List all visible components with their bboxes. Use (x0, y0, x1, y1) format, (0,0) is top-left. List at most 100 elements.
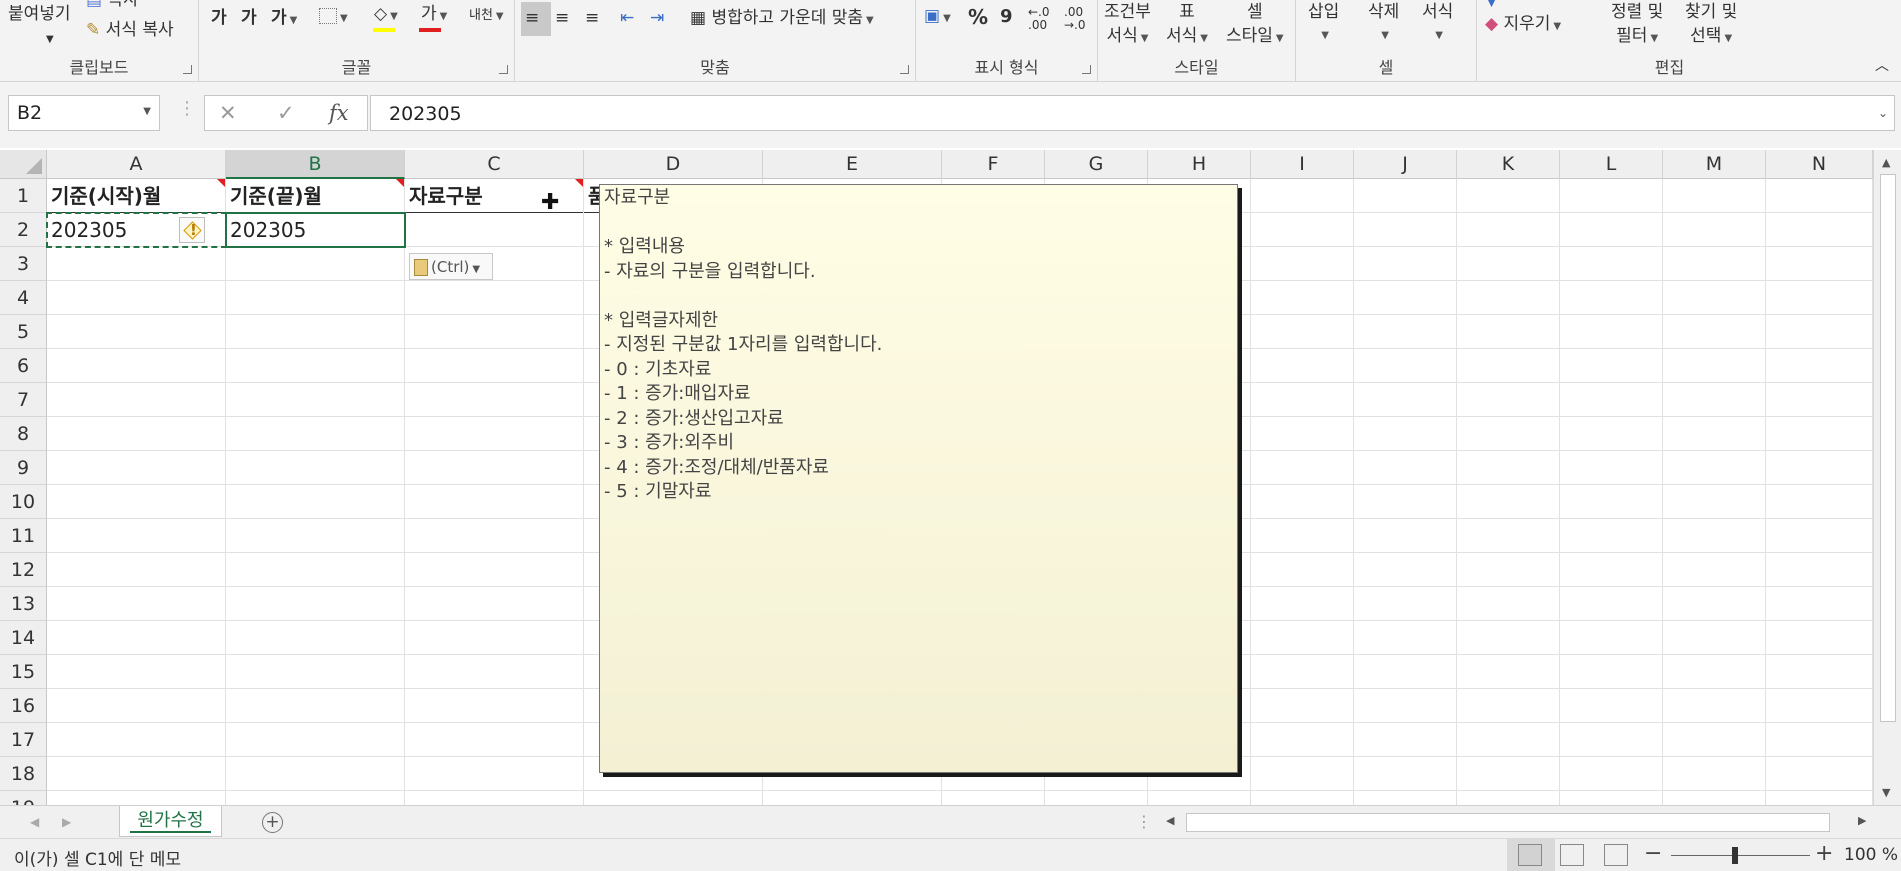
find-select-button[interactable]: 찾기 및 선택 ▼ (1685, 2, 1737, 49)
zoom-in-button[interactable]: + (1815, 841, 1833, 866)
paste-button[interactable]: 붙여넣기 (8, 4, 71, 24)
conditional-format-button[interactable]: 조건부 서식 ▼ (1104, 2, 1151, 49)
row-header-8[interactable]: 8 (0, 417, 47, 451)
column-header-e[interactable]: E (763, 150, 942, 179)
copy-button[interactable]: ▤ 복사 (86, 0, 139, 10)
add-sheet-button[interactable]: + (262, 812, 283, 833)
scroll-down-icon[interactable]: ▼ (1882, 786, 1890, 799)
row-header-3[interactable]: 3 (0, 247, 47, 281)
row-header-17[interactable]: 17 (0, 723, 47, 757)
collapse-ribbon-icon[interactable]: ︿ (1875, 56, 1889, 76)
row-header-2[interactable]: 2 (0, 213, 47, 247)
font-color-button[interactable]: 가 ▼ (421, 4, 447, 27)
expand-formula-bar-icon[interactable]: ⌄ (1878, 106, 1888, 120)
decrease-indent-button[interactable]: ⇤ (620, 8, 634, 28)
number-launcher-icon[interactable] (1082, 65, 1091, 74)
zoom-level[interactable]: 100 % (1844, 845, 1898, 865)
format-painter-button[interactable]: ✎ 서식 복사 (86, 20, 174, 40)
clear-button[interactable]: ◆ 지우기 ▼ (1485, 14, 1561, 37)
cell-a1[interactable]: 기준(시작)월 (47, 179, 225, 213)
increase-decimal-button[interactable]: ←.0 .00 (1028, 6, 1062, 32)
row-header-19[interactable]: 19 (0, 791, 47, 805)
tab-splitter-grip-icon[interactable]: ⋮ (1136, 812, 1152, 831)
row-header-11[interactable]: 11 (0, 519, 47, 553)
horizontal-scroll-thumb[interactable] (1186, 813, 1830, 832)
delete-cells-button[interactable]: 삭제 ▼ (1368, 2, 1399, 46)
align-center-button[interactable]: ≡ (555, 8, 569, 28)
insert-function-button[interactable]: fx (329, 101, 349, 125)
row-header-14[interactable]: 14 (0, 621, 47, 655)
paste-options-button[interactable]: (Ctrl) ▼ (409, 253, 493, 280)
column-header-f[interactable]: F (942, 150, 1045, 179)
cell-styles-button[interactable]: 셀 스타일 ▼ (1226, 2, 1284, 49)
select-all-button[interactable] (0, 150, 47, 179)
name-box[interactable]: B2 ▼ (8, 95, 160, 131)
align-left-button[interactable]: ≡ (525, 8, 539, 28)
sort-filter-button[interactable]: 정렬 및 필터 ▼ (1611, 2, 1663, 49)
sheet-tab-active[interactable]: 원가수정 (119, 806, 222, 837)
row-header-16[interactable]: 16 (0, 689, 47, 723)
merge-center-button[interactable]: ▦ 병합하고 가운데 맞춤 ▼ (690, 8, 874, 31)
decrease-decimal-button[interactable]: .00 →.0 (1064, 6, 1098, 32)
insert-cells-button[interactable]: 삽입 ▼ (1308, 2, 1339, 46)
row-header-6[interactable]: 6 (0, 349, 47, 383)
row-header-18[interactable]: 18 (0, 757, 47, 791)
column-header-m[interactable]: M (1663, 150, 1766, 179)
phonetic-button[interactable]: 내천 ▼ (469, 6, 504, 27)
borders-button[interactable]: ▼ (319, 6, 348, 29)
row-header-5[interactable]: 5 (0, 315, 47, 349)
formula-input[interactable]: 202305 ⌄ (370, 95, 1895, 131)
page-layout-view-icon[interactable] (1560, 844, 1584, 866)
scroll-left-icon[interactable]: ◀ (1166, 814, 1174, 827)
decrease-font-button[interactable]: 가 (241, 8, 257, 28)
row-header-1[interactable]: 1 (0, 179, 47, 213)
comment-indicator-icon[interactable] (217, 179, 225, 187)
column-header-j[interactable]: J (1354, 150, 1457, 179)
cancel-entry-icon[interactable]: ✕ (219, 101, 237, 125)
paste-dropdown-icon[interactable]: ▼ (46, 30, 54, 50)
cell-b1[interactable]: 기준(끝)월 (226, 179, 404, 213)
column-header-g[interactable]: G (1045, 150, 1148, 179)
column-header-a[interactable]: A (47, 150, 226, 179)
fill-color-button[interactable]: ◇ ▼ (374, 4, 398, 27)
page-break-view-icon[interactable] (1604, 844, 1628, 866)
clipboard-launcher-icon[interactable] (183, 65, 192, 74)
zoom-slider-thumb[interactable] (1732, 847, 1738, 864)
row-header-15[interactable]: 15 (0, 655, 47, 689)
next-sheet-icon[interactable]: ▶ (62, 815, 71, 829)
alignment-launcher-icon[interactable] (900, 65, 909, 74)
prev-sheet-icon[interactable]: ◀ (30, 815, 39, 829)
worksheet-grid[interactable]: A B C D E F G H I J K L M N 1 2 3 4 5 6 7 8 9 10 11 12 13 14 15 16 17 1… (0, 150, 1873, 805)
column-header-l[interactable]: L (1560, 150, 1663, 179)
column-header-k[interactable]: K (1457, 150, 1560, 179)
row-header-13[interactable]: 13 (0, 587, 47, 621)
zoom-out-button[interactable]: − (1644, 841, 1662, 866)
column-header-b[interactable]: B (226, 150, 405, 179)
font-launcher-icon[interactable] (499, 65, 508, 74)
increase-indent-button[interactable]: ⇥ (650, 8, 664, 28)
format-cells-button[interactable]: 서식 ▼ (1422, 2, 1453, 46)
column-header-c[interactable]: C (405, 150, 584, 179)
comment-indicator-icon[interactable] (575, 179, 583, 187)
vertical-scrollbar[interactable]: ▲ ▼ (1873, 150, 1901, 805)
column-header-i[interactable]: I (1251, 150, 1354, 179)
comment-indicator-icon[interactable] (396, 179, 404, 187)
align-right-button[interactable]: ≡ (585, 8, 599, 28)
column-header-h[interactable]: H (1148, 150, 1251, 179)
comma-button[interactable]: 9 (1000, 7, 1013, 27)
chevron-down-icon[interactable]: ▼ (143, 106, 151, 117)
accounting-format-button[interactable]: ▣ ▼ (924, 6, 951, 29)
increase-font-button[interactable]: 가 (211, 8, 227, 28)
row-header-12[interactable]: 12 (0, 553, 47, 587)
scroll-up-icon[interactable]: ▲ (1882, 156, 1890, 169)
column-header-d[interactable]: D (584, 150, 763, 179)
row-header-9[interactable]: 9 (0, 451, 47, 485)
cell-comment-note[interactable]: 자료구분 * 입력내용 - 자료의 구분을 입력합니다. * 입력글자제한 - … (599, 184, 1238, 773)
row-header-4[interactable]: 4 (0, 281, 47, 315)
percent-button[interactable]: % (968, 7, 988, 27)
fill-button[interactable]: ▼ (1485, 0, 1498, 10)
phonetic-guide-button[interactable]: 가 ▼ (271, 8, 297, 31)
error-check-button[interactable]: ! (179, 217, 205, 243)
vertical-scroll-thumb[interactable] (1880, 174, 1896, 722)
row-header-10[interactable]: 10 (0, 485, 47, 519)
